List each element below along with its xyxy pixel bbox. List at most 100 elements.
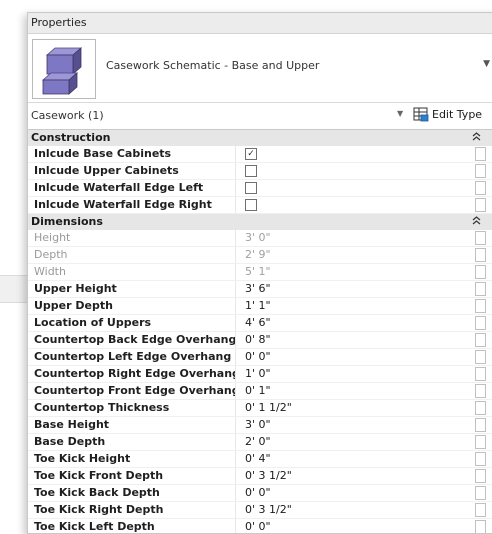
associate-parameter-icon <box>474 147 486 161</box>
associate-parameter-icon <box>474 469 486 483</box>
param-row-upper-depth: Upper Depth 1' 1" <box>28 298 492 315</box>
associate-parameter-icon <box>474 181 486 195</box>
associate-parameter-button[interactable] <box>470 434 490 450</box>
associate-parameter-button[interactable] <box>470 163 490 179</box>
double-chevron-up-icon[interactable] <box>472 216 481 228</box>
param-name: Toe Kick Back Depth <box>28 485 236 501</box>
param-value[interactable]: 1' 1" <box>236 298 470 314</box>
associate-parameter-button[interactable] <box>470 315 490 331</box>
associate-parameter-button[interactable] <box>470 366 490 382</box>
associate-parameter-button[interactable] <box>470 519 490 533</box>
param-value-cell <box>236 163 470 179</box>
param-value[interactable]: 0' 3 1/2" <box>236 502 470 518</box>
associate-parameter-icon <box>474 520 486 533</box>
associate-parameter-icon <box>474 164 486 178</box>
checkbox-unchecked[interactable] <box>245 199 257 211</box>
param-name: Inlcude Base Cabinets <box>28 146 236 162</box>
param-value-cell: ✓ <box>236 146 470 162</box>
param-value[interactable]: 0' 0" <box>236 349 470 365</box>
param-value[interactable]: 3' 0" <box>236 417 470 433</box>
param-row-countertop-right-edge-overhang: Countertop Right Edge Overhang 1' 0" <box>28 366 492 383</box>
associate-parameter-button[interactable] <box>470 451 490 467</box>
param-row-base-depth: Base Depth 2' 0" <box>28 434 492 451</box>
type-name: Casework Schematic - Base and Upper <box>106 59 320 72</box>
param-value[interactable]: 0' 1" <box>236 383 470 399</box>
param-value[interactable]: 1' 0" <box>236 366 470 382</box>
associate-parameter-button[interactable] <box>470 180 490 196</box>
param-name: Upper Depth <box>28 298 236 314</box>
param-row-width: Width 5' 1" <box>28 264 492 281</box>
param-name: Base Depth <box>28 434 236 450</box>
param-name: Countertop Back Edge Overhang <box>28 332 236 348</box>
associate-parameter-button[interactable] <box>470 383 490 399</box>
associate-parameter-button[interactable] <box>470 332 490 348</box>
group-title: Dimensions <box>31 215 103 228</box>
associate-parameter-button[interactable] <box>470 502 490 518</box>
group-title: Construction <box>31 131 111 144</box>
group-header-dimensions[interactable]: Dimensions <box>28 214 492 230</box>
param-value[interactable]: 3' 6" <box>236 281 470 297</box>
checkbox-unchecked[interactable] <box>245 182 257 194</box>
chevron-down-icon[interactable]: ▼ <box>483 59 490 69</box>
param-row-inlcude-upper-cabinets: Inlcude Upper Cabinets <box>28 163 492 180</box>
associate-parameter-button[interactable] <box>470 264 490 280</box>
associate-parameter-icon <box>474 367 486 381</box>
associate-parameter-icon <box>474 384 486 398</box>
associate-parameter-button[interactable] <box>470 146 490 162</box>
param-value[interactable]: 2' 0" <box>236 434 470 450</box>
chevron-down-icon[interactable]: ▼ <box>397 109 403 118</box>
param-name: Toe Kick Height <box>28 451 236 467</box>
param-row-upper-height: Upper Height 3' 6" <box>28 281 492 298</box>
param-value[interactable]: 0' 0" <box>236 485 470 501</box>
associate-parameter-button[interactable] <box>470 298 490 314</box>
param-name: Inlcude Waterfall Edge Left <box>28 180 236 196</box>
param-value[interactable]: 4' 6" <box>236 315 470 331</box>
param-value[interactable]: 0' 0" <box>236 519 470 533</box>
param-row-base-height: Base Height 3' 0" <box>28 417 492 434</box>
param-name: Height <box>28 230 236 246</box>
associate-parameter-icon <box>474 299 486 313</box>
param-name: Inlcude Waterfall Edge Right <box>28 197 236 213</box>
param-value[interactable]: 0' 4" <box>236 451 470 467</box>
associate-parameter-icon <box>474 265 486 279</box>
type-selector[interactable]: Casework Schematic - Base and Upper ▼ <box>28 34 492 103</box>
instance-filter-dropdown[interactable]: Casework (1) <box>31 109 104 122</box>
associate-parameter-icon <box>474 231 486 245</box>
param-name: Width <box>28 264 236 280</box>
edit-type-button[interactable]: Edit Type <box>413 107 482 122</box>
param-name: Toe Kick Left Depth <box>28 519 236 533</box>
associate-parameter-button[interactable] <box>470 197 490 213</box>
param-row-location-of-uppers: Location of Uppers 4' 6" <box>28 315 492 332</box>
associate-parameter-button[interactable] <box>470 230 490 246</box>
param-row-inlcude-base-cabinets: Inlcude Base Cabinets ✓ <box>28 146 492 163</box>
param-row-depth: Depth 2' 9" <box>28 247 492 264</box>
edit-type-label: Edit Type <box>432 108 483 121</box>
param-name: Countertop Front Edge Overhang <box>28 383 236 399</box>
param-value: 5' 1" <box>245 265 271 278</box>
param-name: Toe Kick Right Depth <box>28 502 236 518</box>
param-name: Countertop Left Edge Overhang <box>28 349 236 365</box>
edit-type-icon <box>413 107 429 122</box>
param-value[interactable]: 0' 3 1/2" <box>236 468 470 484</box>
param-row-toe-kick-right-depth: Toe Kick Right Depth 0' 3 1/2" <box>28 502 492 519</box>
parameter-grid: Construction Inlcude Base Cabinets ✓ Inlcud… <box>28 130 492 533</box>
group-header-construction[interactable]: Construction <box>28 130 492 146</box>
associate-parameter-button[interactable] <box>470 349 490 365</box>
checkbox-unchecked[interactable] <box>245 165 257 177</box>
associate-parameter-button[interactable] <box>470 247 490 263</box>
associate-parameter-button[interactable] <box>470 417 490 433</box>
associate-parameter-button[interactable] <box>470 485 490 501</box>
associate-parameter-button[interactable] <box>470 468 490 484</box>
param-value[interactable]: 0' 8" <box>236 332 470 348</box>
associate-parameter-button[interactable] <box>470 281 490 297</box>
double-chevron-up-icon[interactable] <box>472 132 481 144</box>
param-value[interactable]: 0' 1 1/2" <box>236 400 470 416</box>
param-row-toe-kick-back-depth: Toe Kick Back Depth 0' 0" <box>28 485 492 502</box>
casework-boxes-icon <box>32 39 96 99</box>
param-name: Toe Kick Front Depth <box>28 468 236 484</box>
param-row-toe-kick-front-depth: Toe Kick Front Depth 0' 3 1/2" <box>28 468 492 485</box>
associate-parameter-button[interactable] <box>470 400 490 416</box>
checkbox-checked[interactable]: ✓ <box>245 148 257 160</box>
param-row-toe-kick-height: Toe Kick Height 0' 4" <box>28 451 492 468</box>
param-row-inlcude-waterfall-edge-left: Inlcude Waterfall Edge Left <box>28 180 492 197</box>
